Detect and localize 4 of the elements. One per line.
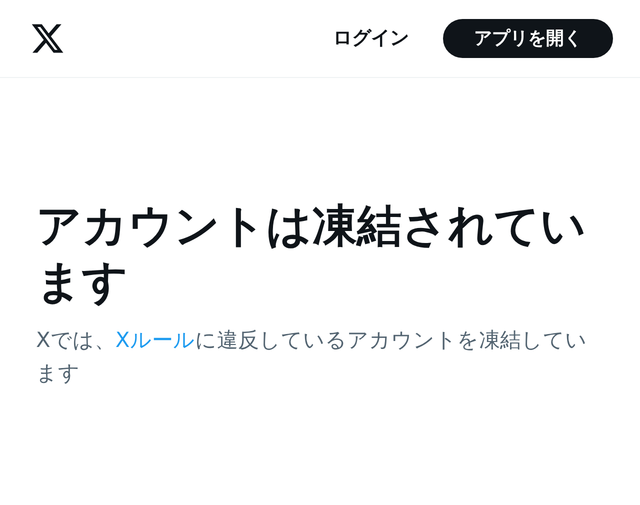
open-app-button[interactable]: アプリを開く [443,19,613,58]
suspension-message: Xでは、Xルールに違反しているアカウントを凍結しています [36,327,588,387]
page-heading: アカウントは凍結されています [36,198,587,310]
login-link[interactable]: ログイン [333,24,409,53]
